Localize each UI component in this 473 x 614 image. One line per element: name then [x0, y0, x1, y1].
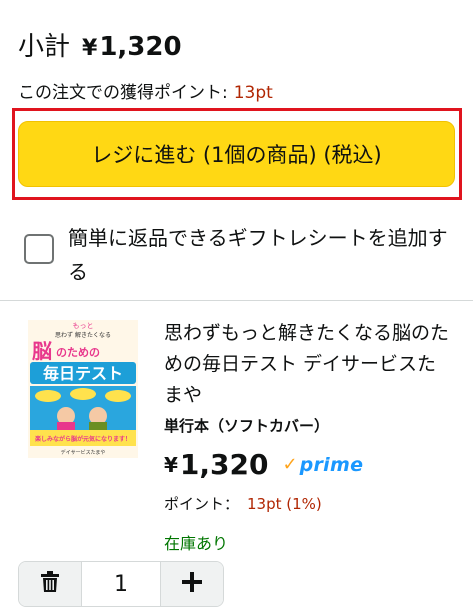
cover-text-title: 毎日テスト	[43, 364, 123, 383]
prime-badge: ✓ prime	[283, 454, 364, 476]
product-price-amount: 1,320	[179, 448, 269, 481]
delete-item-button[interactable]	[19, 562, 81, 606]
increase-quantity-button[interactable]	[161, 562, 223, 606]
trash-icon	[40, 571, 60, 597]
prime-check-icon: ✓	[282, 454, 298, 475]
cover-text-brain: 脳	[31, 339, 52, 363]
product-info: 思わずもっと解きたくなる脳のための毎日テスト デイサービスたまや 単行本（ソフト…	[164, 318, 454, 554]
product-points: ポイント： 13pt (1%)	[164, 493, 454, 514]
gift-receipt-row[interactable]: 簡単に返品できるギフトレシートを追加する	[24, 221, 448, 289]
availability-status: 在庫あり	[164, 534, 229, 553]
subtotal-amount: 1,320	[99, 32, 182, 62]
prime-label: prime	[299, 453, 364, 476]
product-price-row: ¥ 1,320 ✓ prime	[164, 448, 454, 481]
gift-receipt-checkbox[interactable]	[24, 234, 54, 264]
cover-text-subtitle: 思わず 解きたくなる	[55, 331, 111, 339]
quantity-value[interactable]: 1	[81, 562, 161, 606]
cart-subtotal: 小計 ¥ 1,320	[18, 26, 182, 63]
product-image[interactable]: もっと 思わず 解きたくなる 脳 のための 毎日テスト 楽しみながら脳が元気にな…	[26, 318, 140, 460]
proceed-to-checkout-button[interactable]: レジに進む (1個の商品) (税込)	[18, 121, 455, 187]
quantity-stepper: 1	[18, 561, 224, 607]
subtotal-currency: ¥	[82, 36, 98, 61]
cover-text-tagline: 楽しみながら脳が元気になります！	[34, 435, 131, 443]
divider	[0, 300, 473, 301]
subtotal-label: 小計	[18, 32, 71, 62]
product-binding: 単行本（ソフトカバー）	[164, 417, 330, 435]
gift-receipt-label[interactable]: 簡単に返品できるギフトレシートを追加する	[68, 221, 448, 289]
order-points-label: この注文での獲得ポイント:	[18, 83, 228, 103]
cover-text-author: デイサービスたまや	[61, 449, 106, 456]
order-points-line: この注文での獲得ポイント: 13pt	[18, 78, 273, 103]
plus-icon	[181, 570, 203, 598]
product-price-currency: ¥	[164, 452, 178, 477]
cover-text-motto: もっと	[73, 322, 94, 330]
order-points-value: 13pt	[233, 83, 273, 103]
product-title-link[interactable]: 思わずもっと解きたくなる脳のための毎日テスト デイサービスたまや	[164, 318, 454, 411]
product-points-value: 13pt (1%)	[247, 495, 322, 513]
product-points-label: ポイント：	[164, 495, 240, 513]
cover-text-for: のための	[56, 346, 100, 359]
